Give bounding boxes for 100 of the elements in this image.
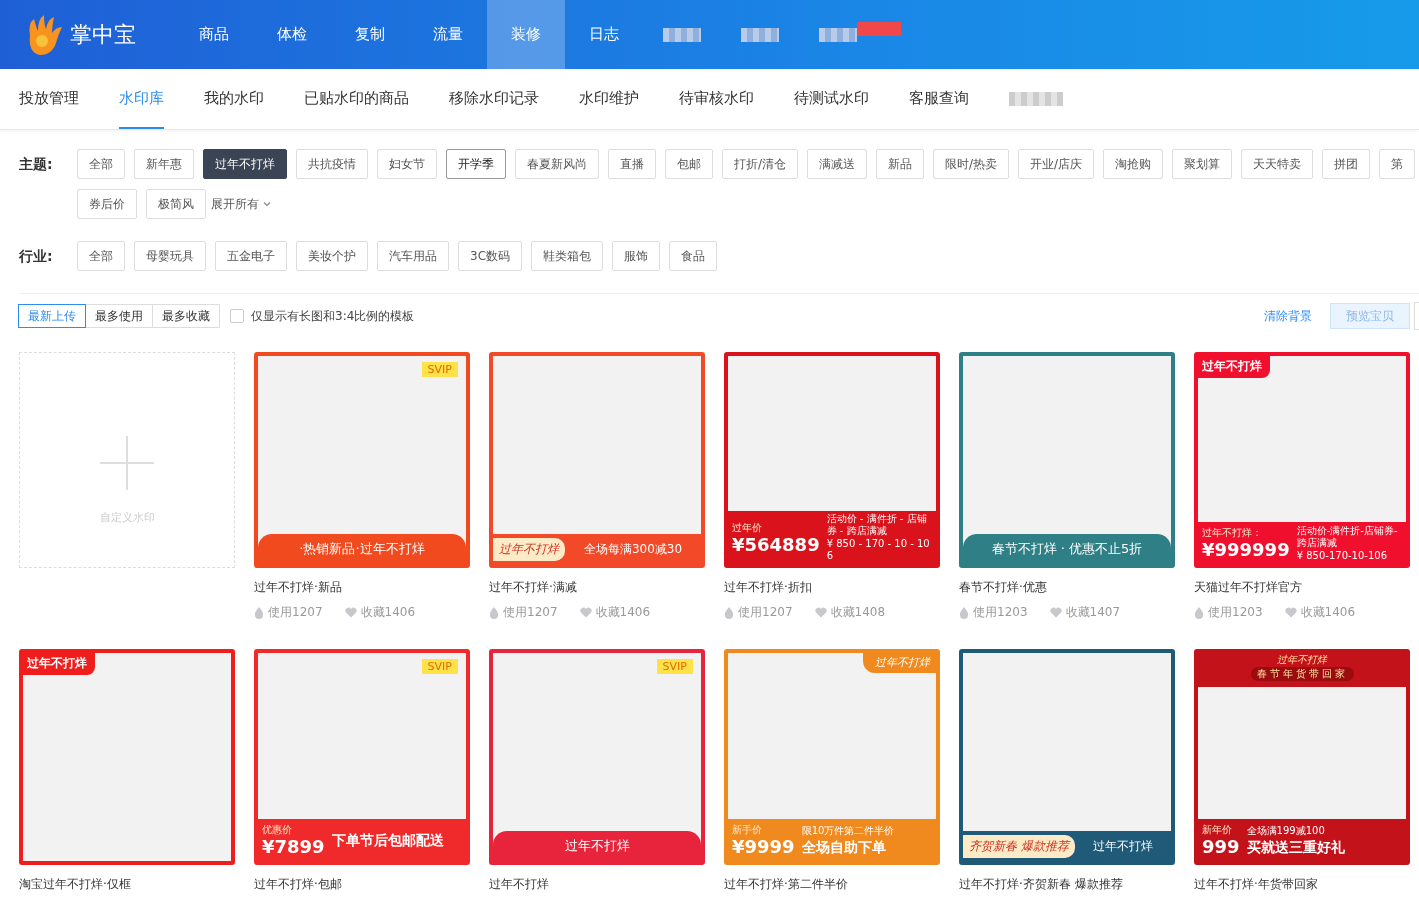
filter-tag[interactable]: 限时/热卖 <box>933 149 1010 179</box>
filter-tag[interactable]: 满减送 <box>807 149 868 179</box>
filter-tag[interactable]: 直播 <box>608 149 656 179</box>
nav-tab[interactable]: 移除水印记录 <box>449 69 539 129</box>
nav-tab[interactable]: 待测试水印 <box>794 69 869 129</box>
filter-tag[interactable]: 淘抢购 <box>1103 149 1164 179</box>
checkbox[interactable] <box>230 309 244 323</box>
watermark-template[interactable]: SVIP 过年不打烊 <box>489 649 705 865</box>
filter-tag[interactable]: 第 <box>1379 149 1416 179</box>
blurred-block <box>819 27 857 42</box>
filter-tag[interactable]: 开学季 <box>446 149 506 179</box>
nav-tab[interactable]: 我的水印 <box>204 69 264 129</box>
filter-tag[interactable]: 聚划算 <box>1172 149 1233 179</box>
price-label: 新手价 <box>732 823 763 837</box>
heart-icon <box>344 607 357 618</box>
filter-tag[interactable]: 过年不打烊 <box>203 149 287 179</box>
watermark-template[interactable]: SVIP 优惠价 ¥7899 下单节后包邮配送 <box>254 649 470 865</box>
use-count: 使用1203 <box>973 604 1028 621</box>
corner-tag: 过年不打烊 <box>863 653 936 673</box>
banner-text: ¥ 850-170-10-106 <box>1296 549 1389 562</box>
menu-tab[interactable]: 商品 <box>175 0 253 69</box>
nav-tab[interactable]: 已贴水印的商品 <box>304 69 409 129</box>
filter-tag[interactable]: 食品 <box>669 241 717 271</box>
watermark-template[interactable]: SVIP ·热销新品·过年不打烊 <box>254 352 470 568</box>
filter-tag[interactable]: 全部 <box>77 149 125 179</box>
nav-tab[interactable]: 水印库 <box>119 69 164 129</box>
price: ¥7899 <box>262 837 325 857</box>
banner-slogan: 过年不打烊 <box>493 537 565 561</box>
template-title[interactable]: 过年不打烊·满减 <box>489 580 705 595</box>
template-title[interactable]: 过年不打烊·年货带回家 <box>1194 877 1410 892</box>
banner-text: 过年不打烊 <box>1091 837 1154 855</box>
filter-tag[interactable]: 五金电子 <box>215 241 287 271</box>
svip-badge: SVIP <box>421 362 458 377</box>
nav-tab[interactable]: 客服查询 <box>909 69 969 129</box>
corner-tag: 过年不打烊 <box>1198 356 1270 378</box>
filter-tag[interactable]: 春夏新风尚 <box>515 149 599 179</box>
menu-tab[interactable]: 流量 <box>409 0 487 69</box>
blurred-block <box>741 27 779 42</box>
watermark-template[interactable]: 齐贺新春 爆款推荐 过年不打烊 <box>959 649 1175 865</box>
sort-tab[interactable]: 最新上传 <box>18 304 86 328</box>
menu-tab[interactable]: 复制 <box>331 0 409 69</box>
chevron-icon <box>262 199 272 209</box>
sort-tab[interactable]: 最多使用 <box>85 304 153 328</box>
favorite-count: 收藏1406 <box>595 604 651 621</box>
filter-tag[interactable]: 全部 <box>77 241 125 271</box>
menu-tab[interactable]: 日志 <box>565 0 643 69</box>
filter-tag[interactable]: 妇女节 <box>377 149 437 179</box>
filter-tag[interactable]: 包邮 <box>665 149 713 179</box>
filter-tag[interactable]: 新年惠 <box>134 149 194 179</box>
template-title[interactable]: 过年不打烊·折扣 <box>724 580 940 595</box>
sort-tab[interactable]: 最多收藏 <box>152 304 220 328</box>
filter-tag[interactable]: 新品 <box>876 149 925 179</box>
template-title[interactable]: 过年不打烊·新品 <box>254 580 470 595</box>
filter-tag[interactable]: 极简风 <box>146 189 206 219</box>
banner-text: 过年不打烊 <box>564 837 630 855</box>
drop-icon <box>1194 606 1204 619</box>
heart-icon <box>579 607 592 618</box>
watermark-template[interactable]: 过年不打烊 全场每满300减30 <box>489 352 705 568</box>
template-title[interactable]: 过年不打烊·齐贺新春 爆款推荐 <box>959 877 1175 892</box>
button-edge[interactable] <box>1414 302 1419 330</box>
watermark-template[interactable]: 过年不打烊 春节年货带回家 新年价 999 全场满199减100 买就送三重好礼 <box>1194 649 1410 865</box>
filter-tag[interactable]: 共抗疫情 <box>296 149 368 179</box>
drop-icon <box>724 606 734 619</box>
heart-icon <box>1049 607 1062 618</box>
template-title[interactable]: 过年不打烊·第二件半价 <box>724 877 940 892</box>
watermark-template[interactable]: 春节不打烊 · 优惠不止5折 <box>959 352 1175 568</box>
blurred-block <box>1009 92 1063 106</box>
use-count: 使用1203 <box>1208 604 1263 621</box>
template-title[interactable]: 过年不打烊 <box>489 877 705 892</box>
banner-text: 下单节后包邮配送 <box>331 831 445 849</box>
filter-tag[interactable]: 美妆个护 <box>296 241 368 271</box>
menu-tab[interactable]: 体检 <box>253 0 331 69</box>
header-script: 过年不打烊 <box>1277 653 1327 667</box>
filter-tag[interactable]: 天天特卖 <box>1241 149 1314 179</box>
filter-tag[interactable]: 服饰 <box>612 241 660 271</box>
nav-tab[interactable]: 投放管理 <box>19 69 79 129</box>
template-title[interactable]: 春节不打烊·优惠 <box>959 580 1175 595</box>
filter-tag[interactable]: 券后价 <box>77 189 137 219</box>
template-title[interactable]: 天猫过年不打烊官方 <box>1194 580 1410 595</box>
filter-tag[interactable]: 打折/清仓 <box>722 149 799 179</box>
expand-link[interactable]: 展开所有 <box>211 189 272 219</box>
clear-background-link[interactable]: 清除背景 <box>1264 307 1312 325</box>
filter-tag[interactable]: 鞋类箱包 <box>531 241 603 271</box>
watermark-template[interactable]: 过年不打烊 <box>19 649 235 865</box>
blurred-block <box>663 27 701 42</box>
corner-tag: 过年不打烊 <box>23 653 95 675</box>
filter-tag[interactable]: 拼团 <box>1322 149 1371 179</box>
banner-text: ¥ 850 - 170 - 10 - 106 <box>826 538 931 562</box>
template-title[interactable]: 过年不打烊·包邮 <box>254 877 470 892</box>
filter-tag[interactable]: 母婴玩具 <box>134 241 206 271</box>
drop-icon <box>254 606 264 619</box>
template-title[interactable]: 淘宝过年不打烊·仅框 <box>19 877 235 892</box>
filter-tag[interactable]: 汽车用品 <box>377 241 449 271</box>
nav-tab[interactable]: 待审核水印 <box>679 69 754 129</box>
banner-text: ·热销新品·过年不打烊 <box>299 540 425 558</box>
nav-tab[interactable]: 水印维护 <box>579 69 639 129</box>
price-label: 优惠价 <box>262 823 293 837</box>
price-label: 新年价 <box>1202 823 1233 837</box>
filter-tag[interactable]: 3C数码 <box>458 241 522 271</box>
filter-tag[interactable]: 开业/店庆 <box>1018 149 1095 179</box>
